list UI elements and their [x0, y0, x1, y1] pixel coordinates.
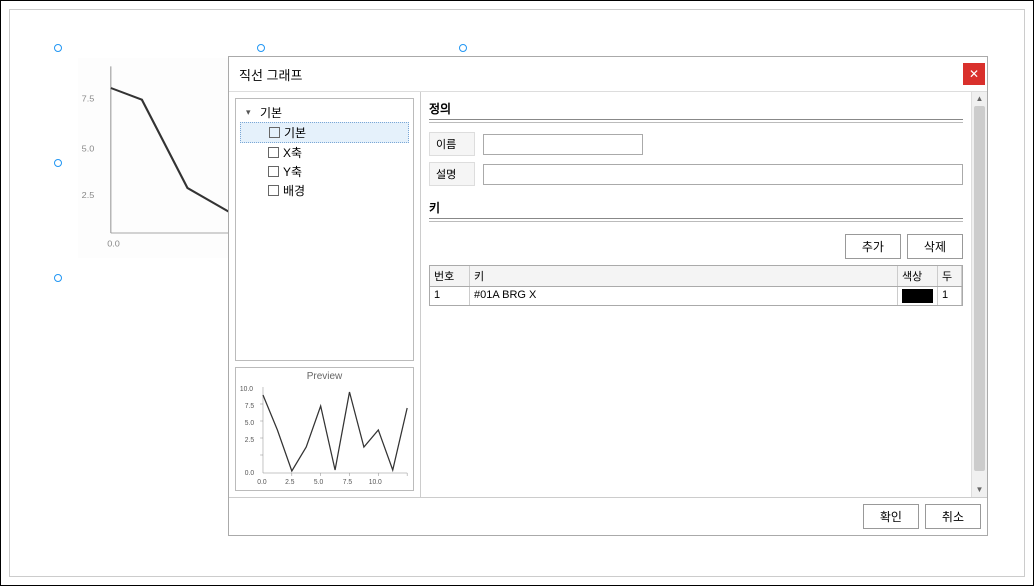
- svg-text:10.0: 10.0: [369, 479, 382, 486]
- tree-item-label: 기본: [284, 124, 306, 141]
- tree-item-label: X축: [283, 144, 302, 161]
- grid-cell-width[interactable]: 1: [938, 287, 962, 305]
- tree-item-basic[interactable]: 기본: [240, 122, 409, 143]
- svg-text:0.0: 0.0: [107, 239, 120, 249]
- dialog-title: 직선 그래프: [239, 65, 302, 84]
- divider: [429, 122, 963, 123]
- key-header: 키: [429, 197, 963, 219]
- key-grid[interactable]: 번호 키 색상 두 1 #01A BRG X 1: [429, 265, 963, 306]
- tree-root-label: 기본: [260, 104, 282, 121]
- divider: [429, 221, 963, 222]
- preview-title: Preview: [238, 370, 411, 383]
- preview-panel: Preview: [235, 367, 414, 491]
- scroll-down-icon[interactable]: ▼: [972, 483, 987, 497]
- tree-item-xaxis[interactable]: X축: [240, 143, 409, 162]
- grid-col-no[interactable]: 번호: [430, 266, 470, 286]
- close-icon: ✕: [969, 67, 979, 81]
- svg-text:2.5: 2.5: [285, 479, 295, 486]
- checkbox-icon[interactable]: [268, 147, 279, 158]
- svg-text:2.5: 2.5: [245, 437, 255, 444]
- close-button[interactable]: ✕: [963, 63, 985, 85]
- svg-text:7.5: 7.5: [245, 403, 255, 410]
- svg-text:0.0: 0.0: [257, 479, 267, 486]
- line-graph-dialog: 직선 그래프 ✕ ▾ 기본 기본: [228, 56, 988, 536]
- grid-cell-color[interactable]: [898, 287, 938, 305]
- name-label: 이름: [429, 132, 475, 156]
- checkbox-icon[interactable]: [269, 127, 280, 138]
- preview-chart: 10.0 7.5 5.0 2.5 0.0 0.0 2.5 5.0 7.5 10.…: [238, 383, 411, 488]
- desc-input[interactable]: [483, 164, 963, 185]
- grid-cell-key[interactable]: #01A BRG X: [470, 287, 898, 305]
- vertical-scrollbar[interactable]: ▲ ▼: [971, 92, 987, 497]
- resize-handle-bl[interactable]: [54, 274, 62, 282]
- checkbox-icon[interactable]: [268, 166, 279, 177]
- property-tree[interactable]: ▾ 기본 기본 X축 Y축: [235, 98, 414, 361]
- svg-text:2.5: 2.5: [82, 190, 95, 200]
- grid-col-color[interactable]: 색상: [898, 266, 938, 286]
- tree-item-label: Y축: [283, 163, 302, 180]
- desc-label: 설명: [429, 162, 475, 186]
- cancel-button[interactable]: 취소: [925, 504, 981, 529]
- resize-handle-tr[interactable]: [459, 44, 467, 52]
- definition-header: 정의: [429, 98, 963, 120]
- checkbox-icon[interactable]: [268, 185, 279, 196]
- tree-root[interactable]: ▾ 기본: [240, 103, 409, 122]
- scroll-thumb[interactable]: [974, 106, 985, 471]
- grid-row[interactable]: 1 #01A BRG X 1: [430, 287, 962, 305]
- grid-cell-no: 1: [430, 287, 470, 305]
- tree-item-yaxis[interactable]: Y축: [240, 162, 409, 181]
- tree-item-label: 배경: [283, 182, 305, 199]
- svg-text:5.0: 5.0: [314, 479, 324, 486]
- resize-handle-ml[interactable]: [54, 159, 62, 167]
- grid-col-key[interactable]: 키: [470, 266, 898, 286]
- tree-item-background[interactable]: 배경: [240, 181, 409, 200]
- name-input[interactable]: [483, 134, 643, 155]
- resize-handle-tm[interactable]: [257, 44, 265, 52]
- grid-col-width[interactable]: 두: [938, 266, 962, 286]
- svg-text:0.0: 0.0: [245, 470, 255, 477]
- svg-text:10.0: 10.0: [240, 386, 253, 393]
- svg-text:5.0: 5.0: [82, 144, 95, 154]
- scroll-up-icon[interactable]: ▲: [972, 92, 987, 106]
- svg-text:7.5: 7.5: [343, 479, 353, 486]
- svg-text:7.5: 7.5: [82, 94, 95, 104]
- color-swatch[interactable]: [902, 289, 933, 303]
- ok-button[interactable]: 확인: [863, 504, 919, 529]
- add-button[interactable]: 추가: [845, 234, 901, 259]
- svg-text:5.0: 5.0: [245, 420, 255, 427]
- resize-handle-tl[interactable]: [54, 44, 62, 52]
- delete-button[interactable]: 삭제: [907, 234, 963, 259]
- expand-icon[interactable]: ▾: [246, 107, 256, 118]
